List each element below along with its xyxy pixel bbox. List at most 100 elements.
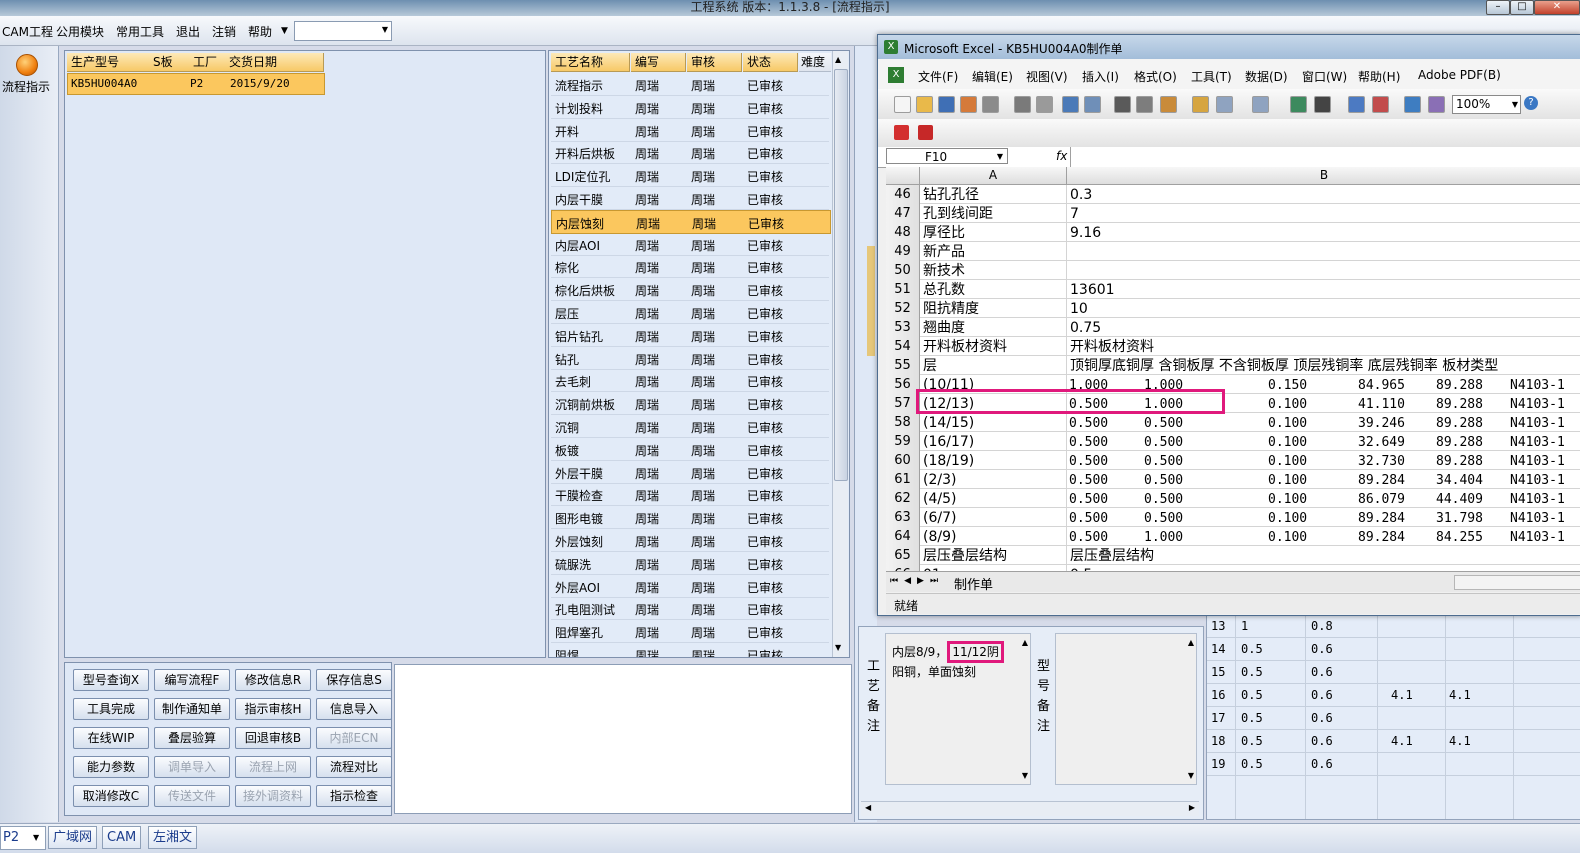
- table-row[interactable]: 沉铜 周瑞 周瑞 已审核: [551, 415, 829, 438]
- row-header[interactable]: 50: [886, 261, 920, 281]
- row-header[interactable]: 54: [886, 337, 920, 357]
- row-header[interactable]: 53: [886, 318, 920, 338]
- cell-a[interactable]: 新产品: [923, 242, 965, 261]
- action-button[interactable]: 工具完成: [73, 698, 149, 720]
- cell-value[interactable]: 89.288: [1436, 451, 1483, 470]
- maximize-button[interactable]: □: [1510, 0, 1534, 15]
- table-row[interactable]: 孔电阻测试 周瑞 周瑞 已审核: [551, 597, 829, 621]
- paste-icon[interactable]: [1160, 96, 1177, 113]
- chart-icon[interactable]: [1404, 96, 1421, 113]
- process-col-status[interactable]: 状态: [743, 53, 798, 72]
- cell-value[interactable]: 0.500: [1069, 432, 1108, 451]
- table-row[interactable]: 铝片钻孔 周瑞 周瑞 已审核: [551, 324, 829, 347]
- cell-b[interactable]: 顶铜厚底铜厚 含铜板厚 不含铜板厚 顶层残铜率 底层残铜率 板材类型: [1070, 356, 1498, 375]
- cell-value[interactable]: N4103-1: [1510, 375, 1565, 394]
- action-button[interactable]: 能力参数: [73, 756, 149, 778]
- table-row[interactable]: 阻焊 周瑞 周瑞 已审核: [551, 643, 829, 657]
- cell-value[interactable]: 0.100: [1268, 527, 1307, 546]
- cell-b[interactable]: 层压叠层结构: [1070, 546, 1154, 565]
- redo-icon[interactable]: [1252, 96, 1269, 113]
- minimize-button[interactable]: –: [1486, 0, 1510, 15]
- table-row[interactable]: 钻孔 周瑞 周瑞 已审核: [551, 347, 829, 370]
- process-col-reviewer[interactable]: 审核: [687, 53, 742, 72]
- model-note-text[interactable]: ▲ ▼: [1055, 633, 1197, 785]
- row-header[interactable]: 62: [886, 489, 920, 509]
- table-row[interactable]: 开料后烘板 周瑞 周瑞 已审核: [551, 141, 829, 165]
- table-row[interactable]: 外层蚀刻 周瑞 周瑞 已审核: [551, 529, 829, 552]
- cell-value[interactable]: 0.100: [1268, 508, 1307, 527]
- print-icon[interactable]: [1014, 96, 1031, 113]
- table-row[interactable]: 棕化 周瑞 周瑞 已审核: [551, 255, 829, 279]
- sheet-nav-icons[interactable]: ⏮◀▶⏭: [890, 576, 944, 586]
- excel-menu-tools[interactable]: 工具(T): [1191, 68, 1232, 85]
- process-col-difficulty[interactable]: 难度: [799, 53, 831, 72]
- cell-value[interactable]: 89.288: [1436, 413, 1483, 432]
- name-box[interactable]: F10 ▼: [886, 148, 1008, 164]
- cell-value[interactable]: 89.284: [1358, 508, 1405, 527]
- menu-help[interactable]: 帮助: [248, 23, 272, 40]
- permission-icon[interactable]: [960, 96, 977, 113]
- scroll-down-icon[interactable]: ▼: [835, 643, 841, 652]
- pdf-convert-icon[interactable]: [894, 125, 909, 140]
- col-header-a[interactable]: A: [920, 167, 1067, 185]
- cell-value[interactable]: 0.500: [1144, 432, 1183, 451]
- cell-value[interactable]: 0.150: [1268, 375, 1307, 394]
- cell-value[interactable]: 31.798: [1436, 508, 1483, 527]
- cell-value[interactable]: 0.500: [1144, 489, 1183, 508]
- menu-cam[interactable]: CAM工程: [2, 23, 53, 40]
- excel-menu-view[interactable]: 视图(V): [1026, 68, 1068, 85]
- cell-value[interactable]: N4103-1: [1510, 451, 1565, 470]
- copy-icon[interactable]: [1136, 96, 1153, 113]
- sort-asc-icon[interactable]: [1348, 96, 1365, 113]
- notes-h-scrollbar[interactable]: ◀ ▶: [861, 801, 1199, 816]
- excel-menu-window[interactable]: 窗口(W): [1302, 68, 1347, 85]
- sheet-tab-main[interactable]: 制作单: [954, 574, 994, 595]
- cell-a[interactable]: 总孔数: [923, 280, 965, 299]
- cell-value[interactable]: 84.965: [1358, 375, 1405, 394]
- excel-menu-format[interactable]: 格式(O): [1134, 68, 1177, 85]
- cell-a[interactable]: 阻抗精度: [923, 299, 979, 318]
- cell-value[interactable]: 0.500: [1069, 451, 1108, 470]
- process-col-author[interactable]: 编写: [631, 53, 686, 72]
- cell-value[interactable]: 0.500: [1144, 470, 1183, 489]
- table-row[interactable]: 阻焊塞孔 周瑞 周瑞 已审核: [551, 620, 829, 644]
- row-header[interactable]: 55: [886, 356, 920, 376]
- sheet-h-scrollbar[interactable]: [1454, 575, 1580, 590]
- row-header[interactable]: 49: [886, 242, 920, 262]
- excel-menu-insert[interactable]: 插入(I): [1082, 68, 1119, 85]
- col-header-b[interactable]: B: [1067, 167, 1580, 185]
- format-painter-icon[interactable]: [1192, 96, 1209, 113]
- row-header[interactable]: 64: [886, 527, 920, 547]
- action-button[interactable]: 信息导入: [316, 698, 392, 720]
- menu-logout[interactable]: 注销: [212, 23, 236, 40]
- mail-icon[interactable]: [982, 96, 999, 113]
- open-icon[interactable]: [916, 96, 933, 113]
- cell-value[interactable]: 0.500: [1069, 508, 1108, 527]
- action-button[interactable]: 编写流程F: [154, 669, 230, 691]
- cell-value[interactable]: 32.730: [1358, 451, 1405, 470]
- hyperlink-icon[interactable]: [1290, 96, 1307, 113]
- table-row[interactable]: 图形电镀 周瑞 周瑞 已审核: [551, 506, 829, 530]
- model-scroll-up-icon[interactable]: ▲: [1188, 638, 1194, 647]
- excel-menu-edit[interactable]: 编辑(E): [972, 68, 1013, 85]
- cell-value[interactable]: 0.100: [1268, 432, 1307, 451]
- cell-value[interactable]: N4103-1: [1510, 394, 1565, 413]
- row-header[interactable]: 63: [886, 508, 920, 528]
- flow-indicator-label[interactable]: 流程指示: [2, 78, 50, 95]
- action-button[interactable]: 修改信息R: [235, 669, 311, 691]
- cell-value[interactable]: 39.246: [1358, 413, 1405, 432]
- cell-b[interactable]: 13601: [1070, 280, 1115, 299]
- cell-a[interactable]: 新技术: [923, 261, 965, 280]
- cell-a[interactable]: (6/7): [923, 508, 956, 527]
- cell-value[interactable]: N4103-1: [1510, 432, 1565, 451]
- process-col-name[interactable]: 工艺名称: [551, 53, 630, 72]
- flow-indicator-icon[interactable]: [16, 54, 38, 76]
- row-header[interactable]: 56: [886, 375, 920, 395]
- zoom-combo[interactable]: 100% ▼: [1452, 95, 1521, 114]
- cell-a[interactable]: 孔到线间距: [923, 204, 993, 223]
- table-row[interactable]: 内层蚀刻 周瑞 周瑞 已审核: [551, 209, 831, 234]
- cell-value[interactable]: 32.649: [1358, 432, 1405, 451]
- cell-b[interactable]: 7: [1070, 204, 1079, 223]
- cell-a[interactable]: 层压叠层结构: [923, 546, 1007, 565]
- undo-icon[interactable]: [1216, 96, 1233, 113]
